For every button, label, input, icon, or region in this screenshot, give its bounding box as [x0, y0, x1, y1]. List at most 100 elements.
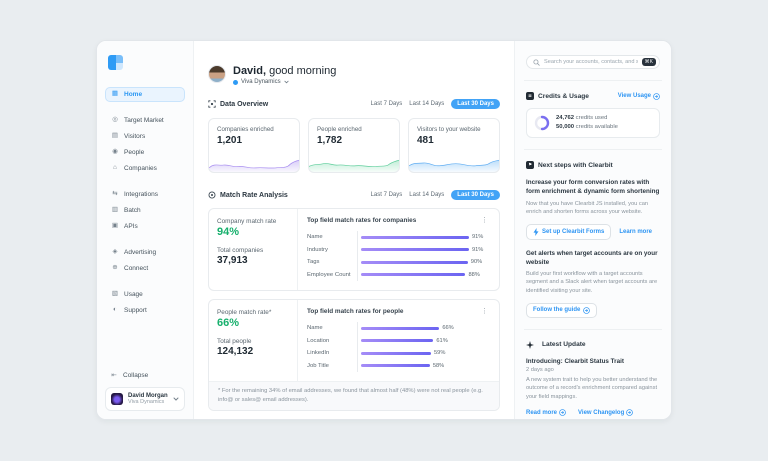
- kebab-menu-icon[interactable]: ⋮: [479, 308, 490, 315]
- bar: [361, 260, 468, 264]
- period-tabs: Last 7 Days Last 14 Days Last 30 Days: [371, 99, 500, 109]
- right-panel: ⌘K ≣ Credits & Usage View Usage 24,762 c…: [514, 41, 671, 419]
- bar-row: Industry 91%: [307, 243, 490, 256]
- period-tabs: Last 7 Days Last 14 Days Last 30 Days: [371, 190, 500, 200]
- bar: [361, 326, 440, 330]
- view-usage-link[interactable]: View Usage: [617, 92, 660, 100]
- tab-last-30-days[interactable]: Last 30 Days: [451, 190, 500, 200]
- forms-bolt-icon: [533, 227, 539, 236]
- company-rate-value: 94%: [217, 226, 240, 238]
- sidebar-item-visitors[interactable]: ▤ Visitors: [105, 129, 185, 144]
- sparkle-icon: [526, 340, 534, 349]
- bar-label: Industry: [307, 246, 328, 253]
- greeting-name: David,: [233, 65, 267, 77]
- credits-used-suffix: credits used: [574, 115, 608, 121]
- latest-update-title: Latest Update: [542, 341, 586, 349]
- people-chart-title: Top field match rates for people: [307, 308, 404, 315]
- tab-last-30-days[interactable]: Last 30 Days: [451, 99, 500, 109]
- collapse-sidebar-button[interactable]: ⇤ Collapse: [105, 368, 185, 382]
- tab-last-7-days[interactable]: Last 7 Days: [371, 192, 403, 198]
- sidebar-item-companies[interactable]: ⌂ Companies: [105, 161, 185, 176]
- gauge-icon: [208, 191, 216, 199]
- bar: [361, 273, 466, 277]
- sidebar-item-home[interactable]: ▦ Home: [105, 87, 185, 102]
- sidebar-item-label: Home: [124, 91, 143, 98]
- credits-title: Credits & Usage: [538, 92, 589, 100]
- user-menu[interactable]: David Morgan Viva Dynamics: [105, 387, 185, 411]
- sidebar-item-usage[interactable]: ▧ Usage: [105, 287, 185, 302]
- bar-row: Job Title 58%: [307, 359, 490, 372]
- user-company: Viva Dynamics: [128, 399, 165, 405]
- search-input[interactable]: [544, 59, 638, 65]
- company-total-label: Total companies: [217, 247, 264, 254]
- sidebar-item-people[interactable]: ◉ People: [105, 145, 185, 160]
- arrow-circle-icon: [653, 92, 660, 100]
- company-rate-label: Company match rate: [217, 218, 277, 225]
- global-search[interactable]: ⌘K: [526, 55, 660, 69]
- tab-last-14-days[interactable]: Last 14 Days: [409, 192, 444, 198]
- chevron-down-icon: [173, 397, 179, 401]
- collapse-icon: ⇤: [111, 372, 117, 379]
- tab-last-7-days[interactable]: Last 7 Days: [371, 101, 403, 107]
- follow-guide-label: Follow the guide: [533, 307, 581, 314]
- sidebar-item-label: APIs: [124, 223, 138, 230]
- stat-value: 1,201: [217, 135, 243, 146]
- credits-icon: ≣: [526, 92, 534, 100]
- bar-value: 59%: [434, 350, 446, 357]
- people-rate-value: 66%: [217, 317, 240, 329]
- search-icon: [533, 58, 540, 66]
- bar: [361, 248, 469, 252]
- keyboard-shortcut-badge: ⌘K: [641, 58, 656, 66]
- sidebar-item-apis[interactable]: ▣ APIs: [105, 219, 185, 234]
- bar-row: LinkedIn 59%: [307, 347, 490, 360]
- bar-label: Employee Count: [307, 271, 351, 278]
- tab-last-14-days[interactable]: Last 14 Days: [409, 101, 444, 107]
- sidebar-item-support[interactable]: ◐ Support: [105, 303, 185, 318]
- bar-label: LinkedIn: [307, 350, 330, 357]
- learn-more-link[interactable]: Learn more: [619, 229, 652, 235]
- stat-label: Visitors to your website: [417, 126, 481, 133]
- usage-icon: ▧: [111, 290, 119, 298]
- sparkline-green: [309, 159, 399, 172]
- bar-row: Name 66%: [307, 322, 490, 335]
- page-title: David, good morning: [233, 65, 336, 77]
- main-content: David, good morning Viva Dynamics Data O…: [194, 41, 514, 419]
- sidebar-item-target-market[interactable]: ◎ Target Market: [105, 113, 185, 128]
- people-bar-chart: Name 66% Location 61% LinkedIn 59% Job T…: [307, 322, 490, 372]
- section-title-match-rate: Match Rate Analysis: [220, 191, 288, 199]
- left-sidebar: ▦ Home ◎ Target Market ▤ Visitors ◉ Peop…: [97, 41, 194, 419]
- chevron-down-icon: [283, 80, 289, 84]
- sidebar-item-batch[interactable]: ▥ Batch: [105, 203, 185, 218]
- collapse-label: Collapse: [123, 371, 149, 379]
- sidebar-item-label: Visitors: [124, 133, 146, 140]
- bar-row: Location 61%: [307, 334, 490, 347]
- credits-available-line: 50,000 credits available: [556, 123, 618, 132]
- match-rate-footnote: * For the remaining 34% of email address…: [209, 381, 499, 411]
- follow-guide-button[interactable]: Follow the guide: [526, 302, 598, 318]
- target-icon: ◎: [112, 116, 118, 124]
- sparkline-purple: [209, 159, 299, 172]
- sidebar-item-integrations[interactable]: ⇆ Integrations: [105, 187, 185, 202]
- bar-value: 66%: [442, 325, 454, 332]
- batch-icon: ▥: [111, 206, 119, 214]
- view-usage-label: View Usage: [617, 93, 651, 99]
- scan-icon: [208, 100, 216, 108]
- sidebar-item-connect[interactable]: ⊕ Connect: [105, 261, 185, 276]
- workspace-switcher[interactable]: Viva Dynamics: [233, 79, 336, 85]
- sidebar-item-label: People: [124, 149, 145, 156]
- read-more-link[interactable]: Read more: [526, 409, 566, 416]
- profile-avatar: [208, 65, 226, 83]
- setup-forms-label: Set up Clearbit Forms: [542, 228, 605, 235]
- setup-clearbit-forms-button[interactable]: Set up Clearbit Forms: [526, 223, 612, 240]
- read-more-label: Read more: [526, 409, 558, 416]
- view-changelog-link[interactable]: View Changelog: [578, 409, 634, 416]
- credits-used-value: 24,762: [556, 115, 575, 121]
- sidebar-nav: ▦ Home ◎ Target Market ▤ Visitors ◉ Peop…: [105, 86, 185, 329]
- sidebar-item-advertising[interactable]: ◈ Advertising: [105, 245, 185, 260]
- next-steps-item1-title: Increase your form conversion rates with…: [526, 179, 660, 196]
- kebab-menu-icon[interactable]: ⋮: [479, 217, 490, 224]
- bar-row: Employee Count 88%: [307, 268, 490, 281]
- sidebar-item-label: Usage: [124, 291, 143, 298]
- bar: [361, 235, 469, 239]
- integrations-icon: ⇆: [112, 190, 118, 198]
